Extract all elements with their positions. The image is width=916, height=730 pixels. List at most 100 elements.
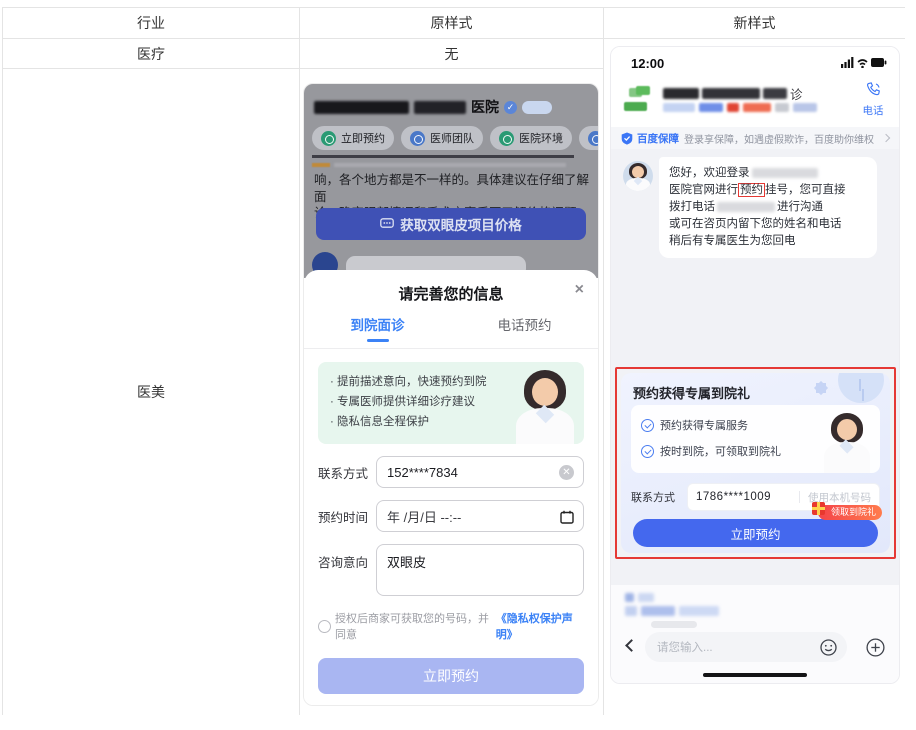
chat-area: 您好，欢迎登录 医院官网进行预约挂号，您可直接 拨打电话进行沟通 或可在咨页内留… bbox=[611, 149, 899, 585]
message-input[interactable]: 请您输入... bbox=[645, 632, 847, 662]
tab-visit-in-person[interactable]: 到院面诊 bbox=[304, 314, 451, 342]
doctor-photo bbox=[818, 411, 874, 473]
benefit-row: 预约获得专属服务 bbox=[641, 417, 748, 433]
home-indicator[interactable] bbox=[703, 673, 807, 677]
back-chevron-icon[interactable] bbox=[625, 639, 638, 652]
phone-icon bbox=[866, 82, 881, 97]
check-circle-icon bbox=[641, 419, 654, 432]
time-input[interactable]: 年 /月/日 --:-- bbox=[376, 500, 584, 532]
cell-new-style-screenshot: 12:00 bbox=[604, 39, 905, 715]
active-tab-underline bbox=[367, 339, 389, 342]
comparison-table: 行业 原样式 新样式 医疗 无 医美 医院 ✓ bbox=[2, 7, 905, 715]
chevron-right-icon[interactable] bbox=[882, 134, 890, 142]
contact-input[interactable]: 152****7834 ✕ bbox=[376, 456, 584, 488]
book-now-button-disabled[interactable]: 立即预约 bbox=[318, 658, 584, 694]
banner-text: 登录享保障，如遇虚假欺诈，百度助你维权 bbox=[684, 131, 874, 146]
gift-icon bbox=[812, 502, 825, 515]
divider bbox=[799, 491, 800, 503]
nav-book-now[interactable]: 立即预约 bbox=[312, 126, 394, 150]
clinic-title-row: 诊 bbox=[663, 84, 803, 103]
message-line-5: 稍后有专属医生为您回电 bbox=[669, 233, 867, 250]
dimmed-hospital-page: 医院 ✓ 立即预约 医师团队 bbox=[304, 84, 598, 278]
complete-info-modal: 请完善您的信息 × 到院面诊 电话预约 提前描述意向，快速预约到院 专属医师提供… bbox=[304, 270, 598, 706]
verified-badge-icon: ✓ bbox=[504, 101, 517, 114]
benefit-row: 按时到院，可领取到院礼 bbox=[641, 443, 781, 459]
check-circle-icon bbox=[641, 445, 654, 458]
clock-icon bbox=[321, 131, 336, 146]
verified-pill bbox=[522, 101, 552, 114]
close-icon[interactable]: × bbox=[575, 282, 584, 298]
person-icon bbox=[588, 131, 599, 146]
message-line-4: 或可在咨页内留下您的姓名和电话 bbox=[669, 216, 867, 233]
baidu-security-banner[interactable]: 百度保障 登录享保障，如遇虚假欺诈，百度助你维权 bbox=[611, 127, 899, 149]
faded-text-fragment bbox=[312, 163, 330, 167]
clinic-tags-row bbox=[663, 103, 817, 112]
compass-icon bbox=[499, 131, 514, 146]
modal-tabs: 到院面诊 电话预约 bbox=[304, 314, 598, 349]
redacted-clinic-name-2 bbox=[702, 88, 760, 99]
redacted-hospital-name bbox=[314, 101, 409, 114]
sparkle-icon bbox=[814, 381, 828, 395]
column-header-new-style: 新样式 bbox=[604, 8, 905, 39]
doctor-photo bbox=[508, 368, 580, 444]
privacy-policy-link[interactable]: 《隐私权保护声明》 bbox=[496, 610, 584, 642]
composer-section: 请您输入... bbox=[611, 585, 899, 684]
clinic-title-suffix: 诊 bbox=[790, 84, 803, 103]
redacted-hospital-name-2 bbox=[414, 101, 466, 114]
status-bar: 12:00 bbox=[611, 47, 899, 77]
cell-industry-medical: 医疗 bbox=[3, 39, 300, 69]
call-action[interactable]: 电话 bbox=[856, 82, 890, 118]
shield-icon bbox=[621, 132, 633, 145]
agreement-row: 授权后商家可获取您的号码，并同意 《隐私权保护声明》 bbox=[318, 610, 584, 642]
intent-field-row: 咨询意向 双眼皮 bbox=[318, 544, 584, 596]
consent-radio[interactable] bbox=[318, 620, 331, 633]
input-placeholder: 请您输入... bbox=[657, 639, 713, 655]
status-icons bbox=[841, 56, 887, 68]
chat-bubble-icon bbox=[380, 218, 394, 230]
intent-textarea[interactable]: 双眼皮 bbox=[376, 544, 584, 596]
clock-decoration bbox=[838, 373, 884, 403]
time-field-row: 预约时间 年 /月/日 --:-- bbox=[318, 500, 584, 532]
nav-service-clipped[interactable]: 服 bbox=[579, 126, 599, 150]
person-icon bbox=[410, 131, 425, 146]
redacted-chip bbox=[641, 606, 675, 616]
modal-title: 请完善您的信息 × bbox=[304, 270, 598, 304]
collapsed-suggestion bbox=[651, 621, 697, 628]
contact-field-row: 联系方式 152****7834 ✕ bbox=[318, 456, 584, 488]
status-time: 12:00 bbox=[631, 56, 664, 71]
card-benefits-box: 预约获得专属服务 按时到院，可领取到院礼 bbox=[631, 405, 880, 473]
battery-icon bbox=[871, 58, 886, 67]
annotated-keyword: 预约 bbox=[738, 183, 765, 197]
benefits-box: 提前描述意向，快速预约到院 专属医师提供详细诊疗建议 隐私信息全程保护 bbox=[318, 362, 584, 444]
nav-doctor-team[interactable]: 医师团队 bbox=[401, 126, 483, 150]
signal-icon bbox=[841, 57, 853, 68]
book-now-button[interactable]: 立即预约 bbox=[633, 519, 878, 547]
get-price-button[interactable]: 获取双眼皮项目价格 bbox=[316, 208, 586, 240]
message-line-2: 医院官网进行预约挂号，您可直接 bbox=[669, 182, 867, 199]
emoji-icon[interactable] bbox=[820, 639, 837, 656]
plus-icon[interactable] bbox=[866, 638, 885, 657]
faded-text-fragment bbox=[334, 163, 566, 167]
new-style-screenshot: 12:00 bbox=[610, 46, 900, 684]
gift-badge: 领取到院礼 bbox=[818, 505, 882, 520]
clinic-logo bbox=[621, 83, 655, 117]
message-line-1: 您好，欢迎登录 bbox=[669, 165, 867, 182]
nav-hospital-env[interactable]: 医院环境 bbox=[490, 126, 572, 150]
divider bbox=[312, 155, 574, 158]
intent-label: 咨询意向 bbox=[318, 544, 376, 571]
hospital-suffix: 医院 bbox=[471, 97, 499, 117]
calendar-icon[interactable] bbox=[560, 510, 574, 524]
appointment-gift-card: 预约获得专属到院礼 预约获得专属服务 按时到院，可领取到院礼 bbox=[621, 373, 890, 553]
redacted-clinic-name bbox=[663, 88, 699, 99]
hospital-nav: 立即预约 医师团队 医院环境 服 bbox=[312, 126, 599, 150]
clear-icon[interactable]: ✕ bbox=[559, 465, 574, 480]
column-header-industry: 行业 bbox=[3, 8, 300, 39]
wifi-icon bbox=[858, 60, 867, 68]
cell-industry-beauty: 医美 bbox=[3, 69, 300, 715]
tab-phone-booking[interactable]: 电话预约 bbox=[451, 314, 598, 342]
cell-original-screenshot: 医院 ✓ 立即预约 医师团队 bbox=[300, 69, 604, 715]
agreement-text: 授权后商家可获取您的号码，并同意 bbox=[335, 610, 492, 642]
doctor-avatar bbox=[623, 161, 653, 191]
redacted-chip bbox=[679, 606, 719, 616]
message-composer: 请您输入... bbox=[611, 631, 899, 663]
